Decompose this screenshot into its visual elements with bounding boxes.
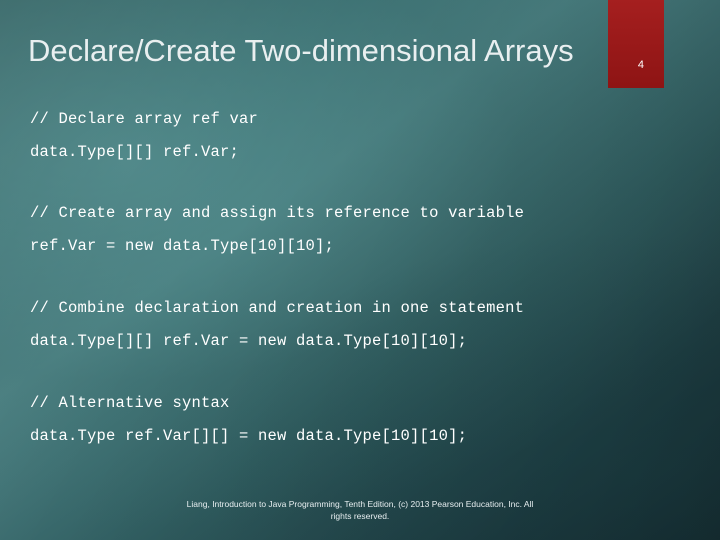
- footer-line-1: Liang, Introduction to Java Programming,…: [186, 499, 534, 509]
- code-line: // Declare array ref var: [30, 110, 259, 128]
- footer-attribution: Liang, Introduction to Java Programming,…: [0, 498, 720, 522]
- code-line: data.Type[][] ref.Var = new data.Type[10…: [30, 332, 468, 350]
- code-line: ref.Var = new data.Type[10][10];: [30, 237, 335, 255]
- slide-body: // Declare array ref var data.Type[][] r…: [30, 110, 690, 446]
- code-block-declare: // Declare array ref var data.Type[][] r…: [30, 110, 690, 162]
- code-block-combine: // Combine declaration and creation in o…: [30, 299, 690, 351]
- footer-line-2: rights reserved.: [330, 511, 390, 521]
- code-line: // Combine declaration and creation in o…: [30, 299, 525, 317]
- code-line: data.Type[][] ref.Var;: [30, 143, 240, 161]
- page-number-badge: [608, 0, 664, 88]
- page-title: Declare/Create Two-dimensional Arrays: [28, 33, 574, 68]
- slide: 4 Declare/Create Two-dimensional Arrays …: [0, 0, 720, 540]
- code-line: // Alternative syntax: [30, 394, 230, 412]
- code-block-alternative: // Alternative syntax data.Type ref.Var[…: [30, 394, 690, 446]
- code-block-create: // Create array and assign its reference…: [30, 204, 690, 256]
- page-number: 4: [637, 59, 644, 71]
- code-line: // Create array and assign its reference…: [30, 204, 525, 222]
- code-line: data.Type ref.Var[][] = new data.Type[10…: [30, 427, 468, 445]
